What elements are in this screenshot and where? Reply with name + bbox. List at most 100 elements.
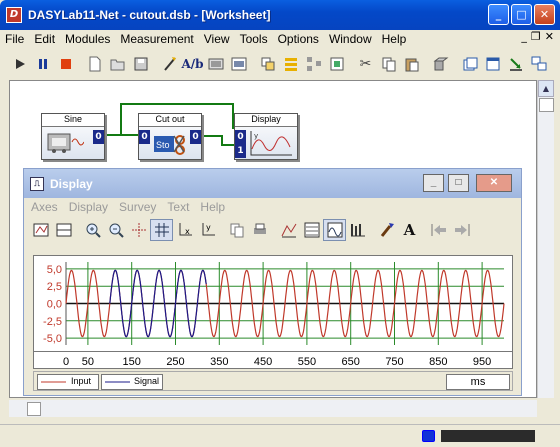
legend-label-input: Input: [71, 376, 92, 386]
display-menu-survey[interactable]: Survey: [112, 200, 160, 214]
display-input-port-1[interactable]: 1: [235, 144, 246, 158]
minimize-button[interactable]: _: [488, 4, 509, 25]
x-axis-icon[interactable]: x: [173, 219, 196, 241]
cursor-icon[interactable]: [127, 219, 150, 241]
display-title: Display: [50, 176, 93, 191]
menu-view[interactable]: View: [199, 32, 235, 46]
3d-box-icon[interactable]: [429, 53, 452, 75]
grid-icon[interactable]: [150, 219, 173, 241]
copy-icon[interactable]: [377, 53, 400, 75]
copy-block-icon[interactable]: [325, 53, 348, 75]
display-close-button[interactable]: ✕: [476, 174, 512, 192]
display-input-port-0[interactable]: 0: [235, 130, 246, 144]
display-menu-bar: Axes Display Survey Text Help: [24, 198, 521, 216]
text-icon[interactable]: A/b: [181, 53, 204, 75]
x-tick-label: 850: [429, 356, 447, 368]
export-icon[interactable]: [504, 53, 527, 75]
bar-mode-icon[interactable]: [346, 219, 369, 241]
cutout-output-port[interactable]: 0: [190, 130, 201, 144]
vertical-scroll-thumb[interactable]: [539, 98, 554, 112]
module-icon[interactable]: [204, 53, 227, 75]
legend-item-signal[interactable]: Signal: [101, 374, 163, 390]
pause-icon[interactable]: [31, 53, 54, 75]
3d-plot-icon[interactable]: [277, 219, 300, 241]
multiwindow-icon[interactable]: [527, 53, 550, 75]
wire-branch-vertical: [120, 103, 122, 135]
zoom-in-icon[interactable]: [81, 219, 104, 241]
copy-chart-icon[interactable]: [225, 219, 248, 241]
display-minimize-button[interactable]: _: [423, 174, 444, 192]
x-unit-label: ms: [446, 374, 510, 390]
close-button[interactable]: ✕: [534, 4, 555, 25]
y-axis-icon[interactable]: y: [196, 219, 219, 241]
display-menu-help[interactable]: Help: [193, 200, 229, 214]
vertical-scrollbar[interactable]: ▲: [537, 80, 554, 398]
maximize-button[interactable]: □: [511, 4, 532, 25]
display-window[interactable]: ⎍ Display _ □ ✕ Axes Display Survey Text…: [23, 168, 522, 396]
zoom-out-icon[interactable]: [104, 219, 127, 241]
module-cutout[interactable]: Cut out 0 Sto 0: [138, 113, 202, 160]
y-t-chart[interactable]: 5,0 2,5 0,0 -2,5 -5,0: [33, 255, 513, 352]
window-icon[interactable]: [458, 53, 481, 75]
menu-tools[interactable]: Tools: [235, 32, 273, 46]
back-arrow-icon[interactable]: [427, 219, 450, 241]
x-tick-label: 650: [342, 356, 360, 368]
open-icon[interactable]: [106, 53, 129, 75]
menu-help[interactable]: Help: [377, 32, 412, 46]
y-t-chart-icon[interactable]: [323, 219, 346, 241]
display-window-icon: ⎍: [30, 176, 44, 191]
horizontal-scrollbar[interactable]: [9, 400, 537, 417]
mdi-minimize-button[interactable]: _: [521, 30, 527, 43]
stop-icon[interactable]: [54, 53, 77, 75]
x-tick-label: 750: [385, 356, 403, 368]
status-led: [422, 430, 435, 442]
x-tick-label: 350: [210, 356, 228, 368]
scroll-up-icon[interactable]: ▲: [538, 80, 554, 97]
sine-output-port[interactable]: 0: [93, 130, 104, 144]
color-brush-icon[interactable]: [375, 219, 398, 241]
menu-measurement[interactable]: Measurement: [115, 32, 198, 46]
cut-icon[interactable]: ✂: [354, 53, 377, 75]
chart-split-icon[interactable]: [52, 219, 75, 241]
font-icon[interactable]: A: [398, 219, 421, 241]
menu-file[interactable]: File: [0, 32, 29, 46]
forward-arrow-icon[interactable]: [450, 219, 473, 241]
menu-edit[interactable]: Edit: [29, 32, 60, 46]
legend-item-input[interactable]: Input: [37, 374, 99, 390]
menu-options[interactable]: Options: [273, 32, 324, 46]
module-cutout-label: Cut out: [139, 114, 201, 127]
list-icon[interactable]: [279, 53, 302, 75]
network-icon[interactable]: [302, 53, 325, 75]
mdi-restore-button[interactable]: ❐: [531, 30, 541, 43]
image-icon[interactable]: [227, 53, 250, 75]
mdi-controls: _ ❐ ✕: [521, 30, 554, 43]
x-tick-label: 550: [298, 356, 316, 368]
horizontal-scroll-thumb[interactable]: [27, 402, 41, 416]
svg-text:y: y: [206, 223, 211, 232]
save-icon[interactable]: [129, 53, 152, 75]
plot-icon: y: [248, 129, 294, 162]
worksheet-canvas[interactable]: Sine 0 Cut out 0 Sto 0 Display 0 1 y ⎍ D…: [9, 80, 537, 398]
new-icon[interactable]: [83, 53, 106, 75]
print-icon[interactable]: [248, 219, 271, 241]
title-bar: D DASYLab11-Net - cutout.dsb - [Workshee…: [0, 0, 560, 30]
layers-icon[interactable]: [256, 53, 279, 75]
module-display[interactable]: Display 0 1 y: [234, 113, 298, 160]
menu-modules[interactable]: Modules: [60, 32, 115, 46]
cutout-input-port[interactable]: 0: [139, 130, 150, 144]
scissors-icon: Sto: [152, 130, 190, 161]
wizard-icon[interactable]: [158, 53, 181, 75]
display-maximize-button[interactable]: □: [448, 174, 469, 192]
paste-icon[interactable]: [400, 53, 423, 75]
play-icon[interactable]: [8, 53, 31, 75]
chart-frame-icon[interactable]: [29, 219, 52, 241]
y-tick-label: 0,0: [47, 299, 62, 311]
display-menu-text[interactable]: Text: [160, 200, 193, 214]
menu-window[interactable]: Window: [324, 32, 377, 46]
waterfall-icon[interactable]: [300, 219, 323, 241]
module-sine[interactable]: Sine 0: [41, 113, 105, 160]
display-menu-display[interactable]: Display: [62, 200, 112, 214]
windows-icon[interactable]: [481, 53, 504, 75]
display-menu-axes[interactable]: Axes: [24, 200, 62, 214]
mdi-close-button[interactable]: ✕: [545, 30, 554, 43]
